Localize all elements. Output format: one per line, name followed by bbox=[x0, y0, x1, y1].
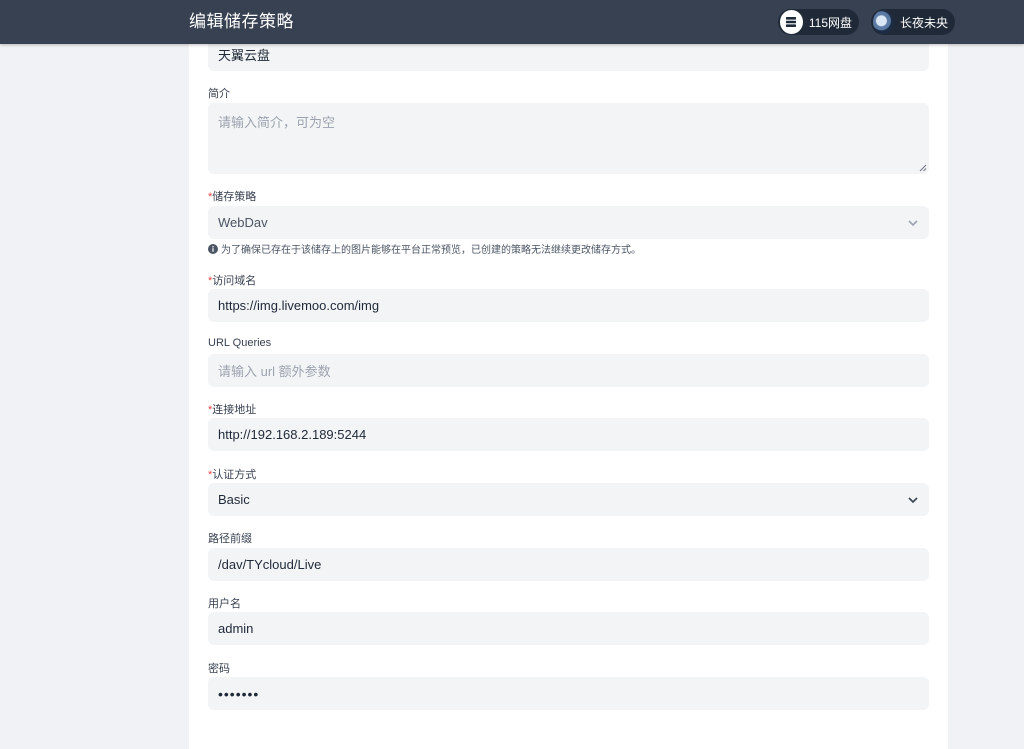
username-label: 用户名 bbox=[208, 598, 241, 610]
auth-value: Basic bbox=[218, 492, 250, 507]
auth-label: *认证方式 bbox=[208, 469, 257, 481]
strategy-hint: 为了确保已存在于该储存上的图片能够在平台正常预览，已创建的策略无法继续更改储存方… bbox=[208, 241, 641, 256]
server-icon bbox=[780, 10, 803, 34]
intro-textarea[interactable]: 请输入简介，可为空 bbox=[208, 103, 929, 174]
username-value: admin bbox=[218, 621, 254, 636]
password-input[interactable]: ••••••• bbox=[208, 677, 929, 710]
auth-select[interactable]: Basic bbox=[208, 483, 929, 516]
user-menu[interactable]: 长夜未央 bbox=[871, 9, 955, 35]
page-title: 编辑储存策略 bbox=[189, 12, 294, 31]
strategy-select[interactable]: WebDav bbox=[208, 206, 929, 239]
chevron-down-icon bbox=[908, 497, 918, 504]
password-value: ••••••• bbox=[218, 685, 260, 702]
storage-selector[interactable]: 115网盘 bbox=[778, 9, 859, 35]
user-name: 长夜未央 bbox=[899, 15, 948, 30]
top-bar: 编辑储存策略 115网盘 长夜未央 bbox=[0, 0, 1024, 44]
domain-value: https://img.livemoo.com/img bbox=[218, 298, 380, 313]
chevron-down-icon bbox=[908, 220, 918, 227]
prefix-input[interactable]: /dav/TYcloud/Live bbox=[208, 548, 929, 581]
endpoint-input[interactable]: http://192.168.2.189:5244 bbox=[208, 418, 929, 451]
name-value: 天翼云盘 bbox=[218, 48, 271, 63]
url-queries-input[interactable]: 请输入 url 额外参数 bbox=[208, 354, 929, 387]
url-queries-placeholder: 请输入 url 额外参数 bbox=[218, 364, 331, 379]
avatar bbox=[873, 10, 894, 34]
intro-label: 简介 bbox=[208, 88, 230, 100]
intro-placeholder: 请输入简介，可为空 bbox=[218, 115, 336, 130]
info-icon bbox=[208, 243, 218, 254]
endpoint-label: *连接地址 bbox=[208, 404, 257, 416]
prefix-label: 路径前缀 bbox=[208, 533, 252, 545]
storage-label: 115网盘 bbox=[808, 15, 852, 30]
strategy-value: WebDav bbox=[218, 215, 268, 230]
domain-input[interactable]: https://img.livemoo.com/img bbox=[208, 289, 929, 322]
prefix-value: /dav/TYcloud/Live bbox=[218, 557, 322, 572]
password-label: 密码 bbox=[208, 663, 230, 675]
domain-label: *访问域名 bbox=[208, 275, 257, 287]
url-queries-label: URL Queries bbox=[208, 337, 272, 349]
endpoint-value: http://192.168.2.189:5244 bbox=[218, 427, 367, 442]
username-input[interactable]: admin bbox=[208, 612, 929, 645]
strategy-label: *储存策略 bbox=[208, 191, 257, 203]
resize-handle-icon[interactable] bbox=[919, 164, 927, 172]
